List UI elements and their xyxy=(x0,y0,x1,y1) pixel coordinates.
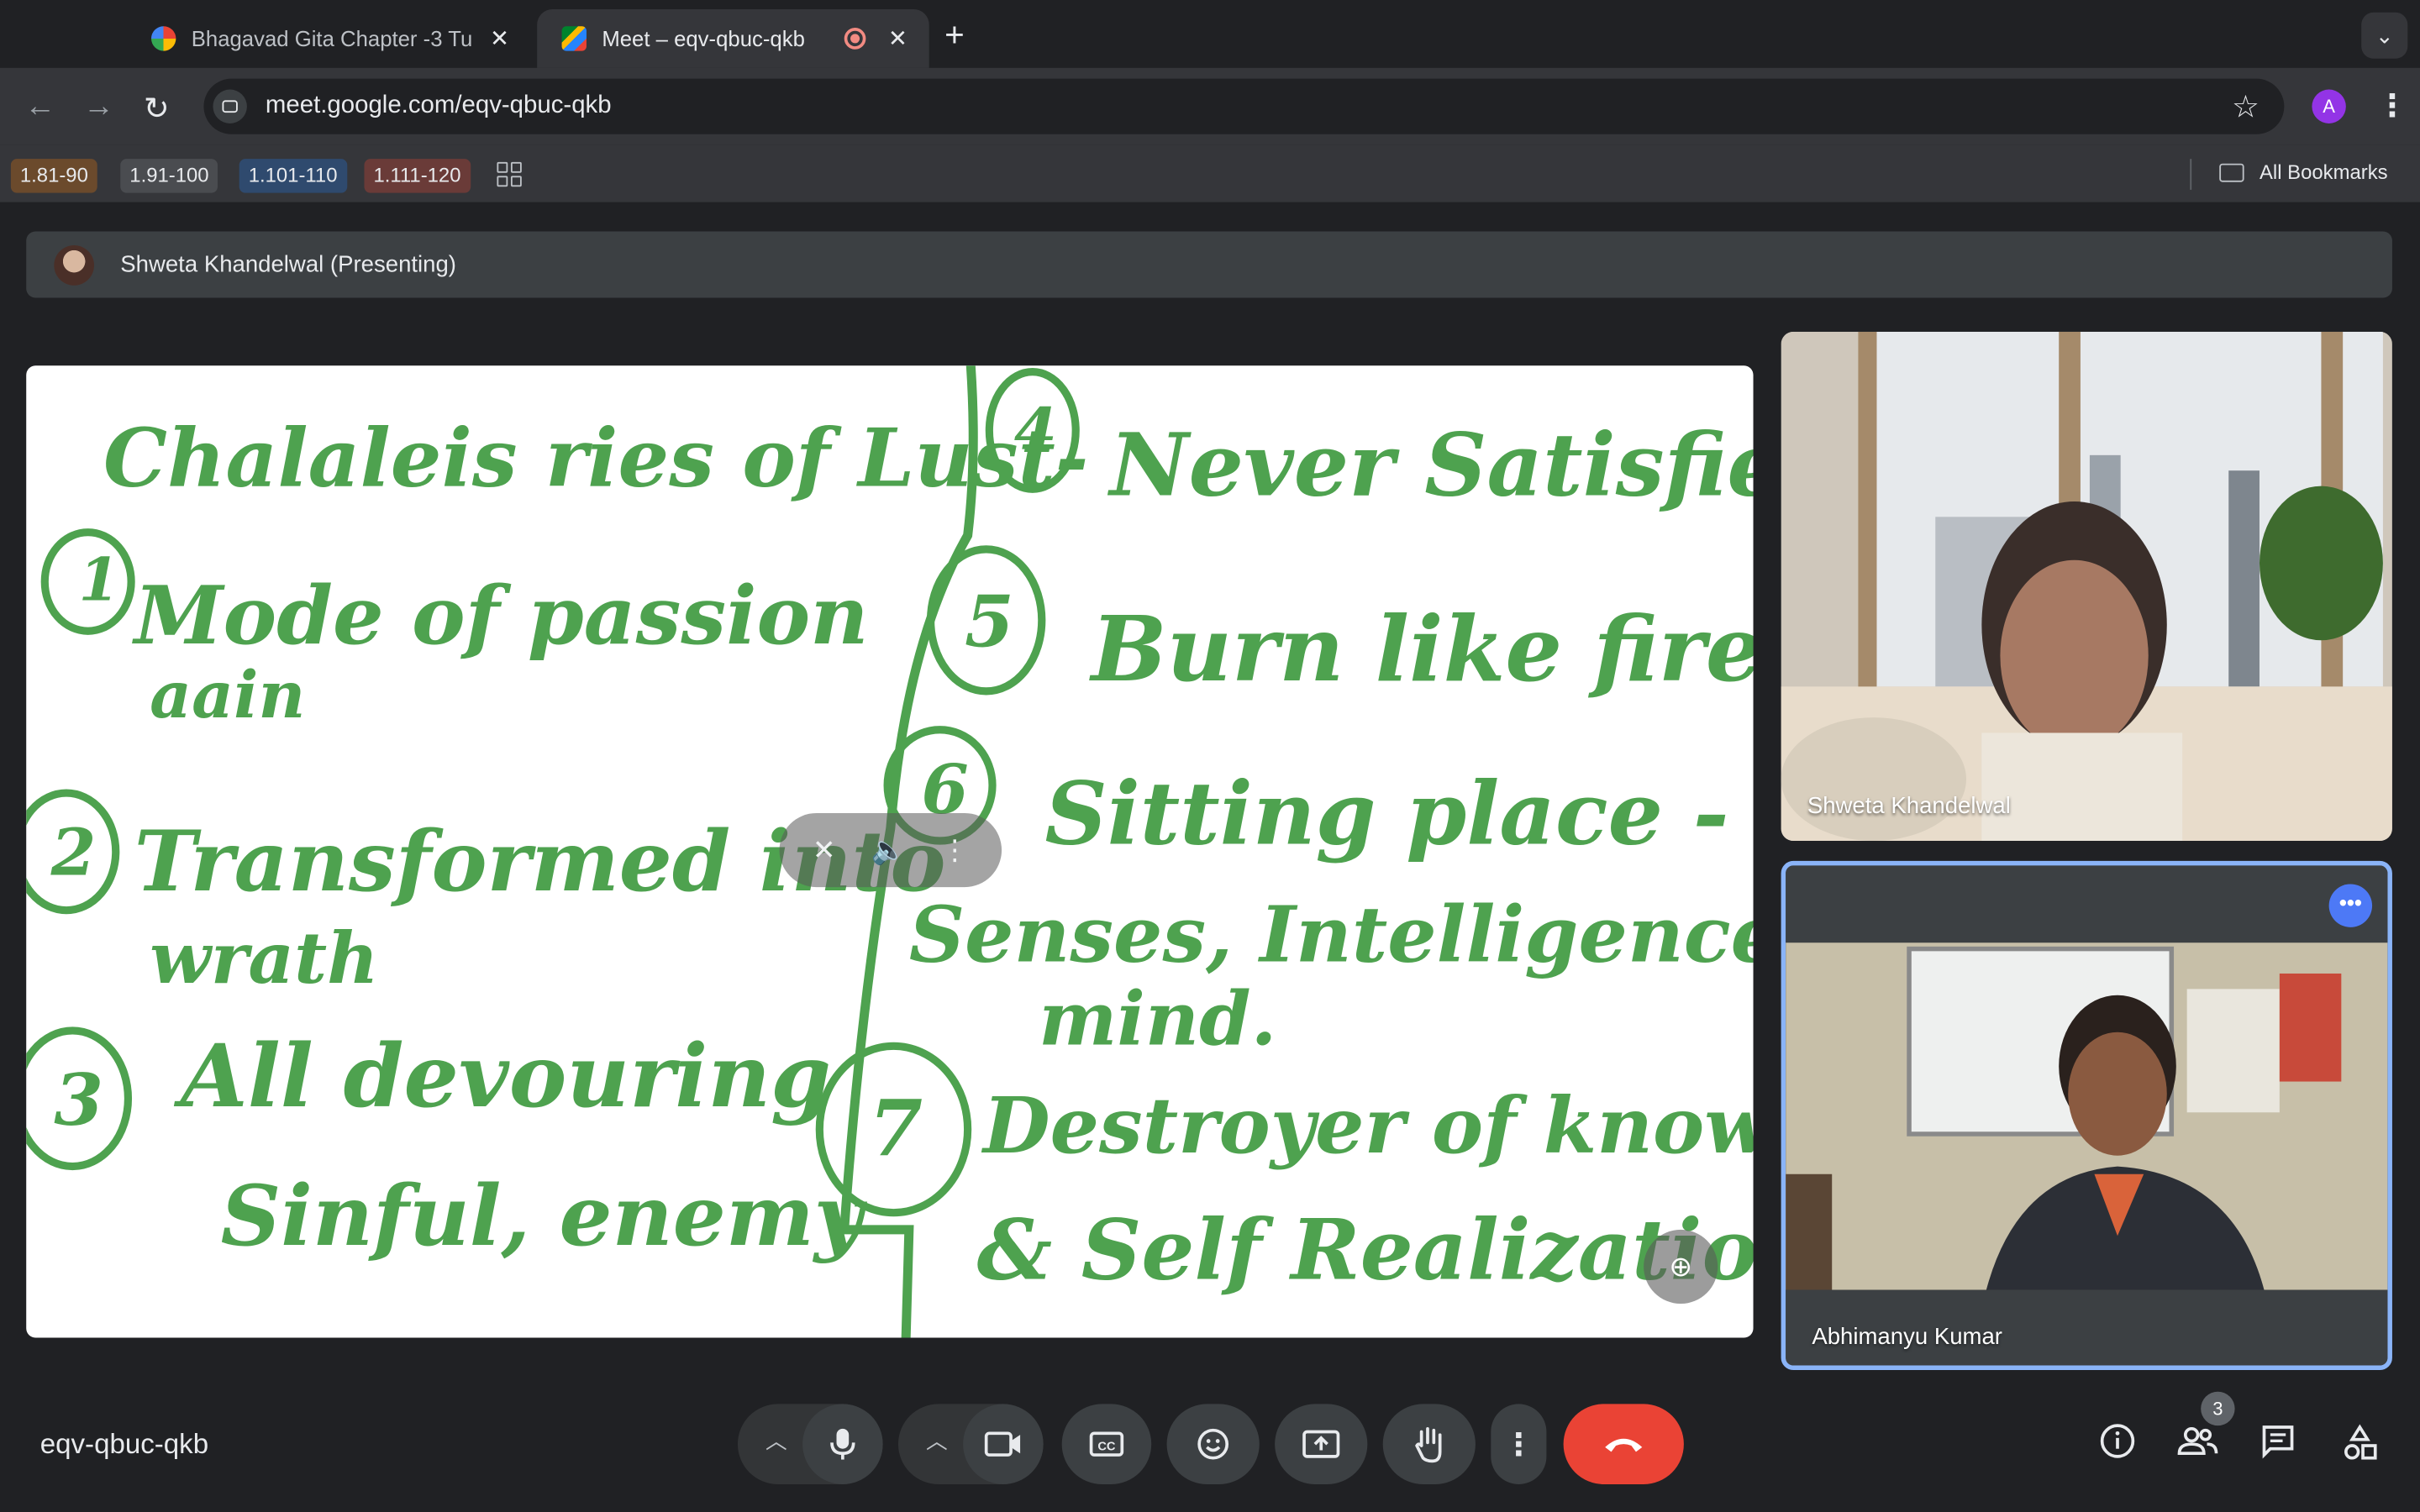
whiteboard-line: & Self Realization xyxy=(977,1202,1754,1299)
video-options-chevron-icon[interactable]: ︿ xyxy=(926,1425,948,1457)
folder-icon xyxy=(2219,162,2244,181)
volume-icon[interactable]: 🔈 xyxy=(871,834,906,867)
unpin-icon[interactable]: ✕ xyxy=(813,834,836,867)
activities-icon xyxy=(2344,1424,2377,1460)
participant-video xyxy=(1786,865,2388,1366)
raise-hand-button[interactable] xyxy=(1382,1404,1476,1484)
more-vert-icon: ⋮ xyxy=(1502,1427,1534,1462)
present-screen-button[interactable] xyxy=(1275,1404,1368,1484)
chat-icon xyxy=(2262,1425,2294,1459)
more-options-button[interactable]: ⋮ xyxy=(1491,1404,1547,1484)
whiteboard-line: wrath xyxy=(150,916,378,1000)
more-options-icon[interactable]: ⋮ xyxy=(941,834,969,867)
browser-menu-icon[interactable]: ⋮ xyxy=(2377,87,2408,125)
tab-title: Meet – eqv-qbuc-qkb xyxy=(602,26,805,51)
all-bookmarks-label: All Bookmarks xyxy=(2259,160,2388,184)
people-icon xyxy=(2177,1426,2218,1456)
end-call-icon xyxy=(1605,1438,1643,1452)
circle-number-1: 1 xyxy=(79,545,120,614)
apps-grid-icon[interactable] xyxy=(497,161,522,187)
close-tab-icon[interactable]: ✕ xyxy=(888,24,908,52)
bookmarks-divider xyxy=(2190,159,2192,190)
whiteboard-line: Destroyer of knowledge xyxy=(981,1080,1754,1171)
bookmark-item[interactable]: 1.101-110 xyxy=(239,159,347,193)
presenting-banner: Shweta Khandelwal (Presenting) xyxy=(26,231,2392,298)
activities-button[interactable] xyxy=(2339,1422,2380,1472)
circle-number-2: 2 xyxy=(50,815,97,890)
participant-name: Abhimanyu Kumar xyxy=(1812,1323,2002,1351)
participant-tile[interactable]: Shweta Khandelwal xyxy=(1781,331,2392,842)
meeting-details-button[interactable] xyxy=(2099,1422,2136,1468)
tile-more-options-button[interactable]: ••• xyxy=(2328,884,2373,927)
whiteboard-line: Mode of passion xyxy=(132,568,869,663)
people-button[interactable] xyxy=(2176,1422,2219,1468)
reactions-button[interactable] xyxy=(1166,1404,1260,1484)
whiteboard-line: Burn like fire. xyxy=(1089,597,1754,702)
circle-number-5: 5 xyxy=(965,580,1014,664)
bookmark-item[interactable]: 1.111-120 xyxy=(364,159,471,193)
participant-video xyxy=(1781,331,2392,842)
recording-indicator-icon xyxy=(844,28,867,50)
microphone-icon xyxy=(830,1428,855,1460)
site-info-icon[interactable] xyxy=(213,89,247,123)
meeting-code: eqv-qbuc-qkb xyxy=(39,1428,209,1460)
whiteboard-line: Sitting place - xyxy=(1044,764,1728,865)
microphone-button[interactable] xyxy=(802,1404,883,1484)
participant-name: Shweta Khandelwal xyxy=(1807,793,2011,820)
participant-tile-active[interactable]: ••• Abhimanyu Kumar xyxy=(1781,860,2392,1371)
meet-favicon-icon xyxy=(561,26,587,51)
tab-meet[interactable]: Meet – eqv-qbuc-qkb ✕ xyxy=(537,9,929,68)
whiteboard-line: Senses, Intelligence, xyxy=(909,889,1754,979)
info-icon xyxy=(2100,1424,2135,1458)
address-bar[interactable]: meet.google.com/eqv-qbuc-qkb ☆ xyxy=(203,78,2285,134)
screen-share-presentation: 1 2 3 4 5 6 7 Chalaleis ries of Lust- Mo… xyxy=(26,365,1754,1338)
presenter-avatar xyxy=(54,244,95,285)
chat-button[interactable] xyxy=(2260,1422,2296,1468)
whiteboard-line: aain xyxy=(150,658,305,733)
circle-number-3: 3 xyxy=(54,1058,103,1142)
captions-icon: CC xyxy=(1089,1431,1124,1457)
circle-number-7: 7 xyxy=(869,1084,923,1174)
presentation-overlay-controls[interactable]: ✕ 🔈 ⋮ xyxy=(779,812,1002,888)
browser-toolbar: ← → ↻ meet.google.com/eqv-qbuc-qkb ☆ A ⋮ xyxy=(0,67,2420,145)
audio-options-chevron-icon[interactable]: ︿ xyxy=(765,1425,787,1457)
bookmark-item[interactable]: 1.81-90 xyxy=(10,159,97,193)
browser-window: Bhagavad Gita Chapter -3 Tu ✕ Meet – eqv… xyxy=(0,0,2420,1512)
whiteboard-line: All devouring xyxy=(173,1026,831,1127)
new-tab-button[interactable]: + xyxy=(944,15,965,55)
url-text[interactable]: meet.google.com/eqv-qbuc-qkb xyxy=(266,92,612,120)
svg-text:CC: CC xyxy=(1097,1441,1116,1454)
captions-button[interactable]: CC xyxy=(1061,1404,1152,1484)
google-favicon-icon xyxy=(151,26,176,51)
whiteboard-line: Sinful, enemy xyxy=(221,1168,868,1265)
presenting-label: Shweta Khandelwal (Presenting) xyxy=(120,251,456,278)
tab-strip: Bhagavad Gita Chapter -3 Tu ✕ Meet – eqv… xyxy=(0,0,2420,68)
back-button[interactable]: ← xyxy=(24,90,55,125)
leave-call-button[interactable] xyxy=(1563,1404,1684,1484)
forward-button[interactable]: → xyxy=(83,90,114,125)
close-tab-icon[interactable]: ✕ xyxy=(490,24,509,52)
emoji-icon xyxy=(1197,1428,1229,1460)
present-icon xyxy=(1302,1430,1340,1458)
reload-button[interactable]: ↻ xyxy=(144,90,170,129)
participant-count-badge: 3 xyxy=(2201,1391,2235,1426)
all-bookmarks-button[interactable]: All Bookmarks xyxy=(2219,160,2388,184)
tab-title: Bhagavad Gita Chapter -3 Tu xyxy=(191,26,473,51)
bookmark-item[interactable]: 1.91-100 xyxy=(120,159,218,193)
camera-button[interactable] xyxy=(963,1404,1044,1484)
bookmark-star-icon[interactable]: ☆ xyxy=(2232,88,2260,127)
tab-bhagavad-gita[interactable]: Bhagavad Gita Chapter -3 Tu ✕ xyxy=(127,9,531,68)
profile-avatar[interactable]: A xyxy=(2312,89,2346,123)
bookmarks-bar: 1.81-90 1.91-100 1.101-110 1.111-120 All… xyxy=(0,144,2420,204)
hand-icon xyxy=(1415,1426,1442,1463)
whiteboard-line: Never Satisfied. xyxy=(1107,415,1754,517)
whiteboard-heading: Chalaleis ries of Lust- xyxy=(103,411,1088,506)
tab-search-button[interactable]: ⌄ xyxy=(2361,12,2408,59)
zoom-in-icon[interactable]: ⊕ xyxy=(1644,1229,1718,1305)
whiteboard-line: mind. xyxy=(1039,974,1276,1062)
meeting-controls-bar: eqv-qbuc-qkb ︿ ︿ CC ⋮ xyxy=(0,1373,2420,1512)
camera-icon xyxy=(984,1431,1021,1457)
